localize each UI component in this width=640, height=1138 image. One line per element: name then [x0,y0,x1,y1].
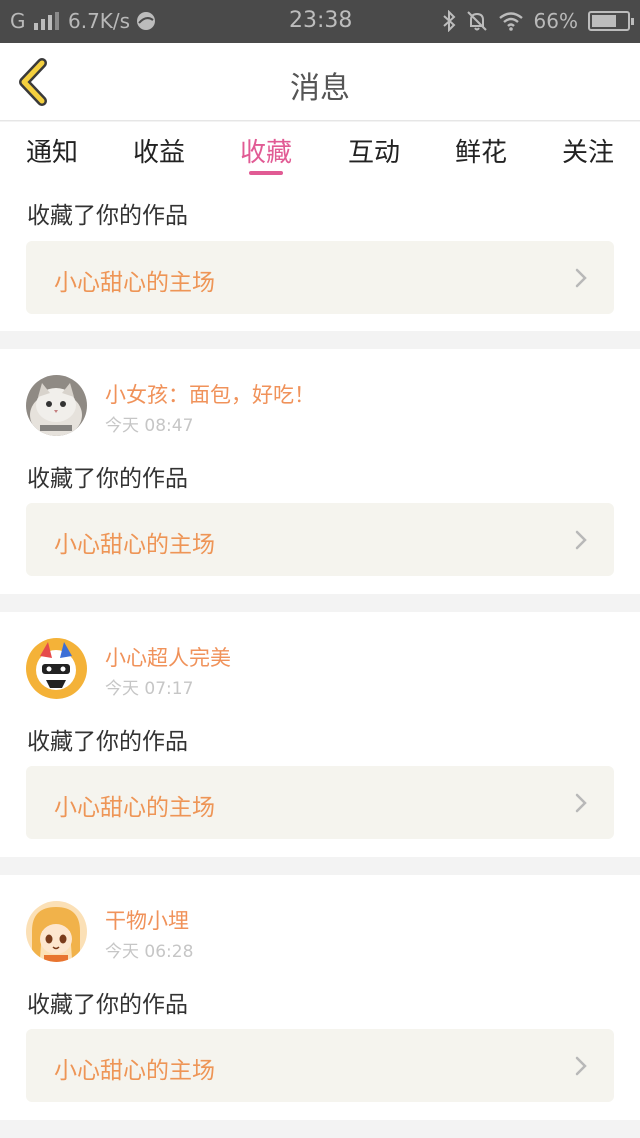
user-name[interactable]: 小心超人完美 [105,642,231,672]
net-speed: 6.7K/s [68,8,156,34]
avatar[interactable] [26,638,87,699]
status-bar: G 6.7K/s 23:38 66% [0,0,640,43]
tab-following[interactable]: 关注 [562,132,614,169]
net-speed-text: 6.7K/s [68,9,131,33]
message-card: 收藏了你的作品 小心甜心的主场 [0,184,640,331]
work-link[interactable]: 小心甜心的主场 [26,1029,614,1102]
mute-icon [466,11,487,31]
status-right: 66% [442,8,634,34]
avatar[interactable] [26,901,87,962]
message-card: 干物小埋 今天 06:28 收藏了你的作品 小心甜心的主场 [0,875,640,1120]
tab-interactions[interactable]: 互动 [348,132,400,169]
tab-earnings[interactable]: 收益 [133,132,185,169]
nav-bar: 消息 [0,43,640,121]
work-link[interactable]: 小心甜心的主场 [26,503,614,576]
work-title: 小心甜心的主场 [54,795,215,821]
user-name[interactable]: 小女孩：面包，好吃！ [105,379,315,409]
message-feed: 收藏了你的作品 小心甜心的主场 小女孩：面包，好吃！ 今天 08:47 收藏了你… [0,184,640,1138]
avatar[interactable] [26,375,87,436]
message-card: 小心超人完美 今天 07:17 收藏了你的作品 小心甜心的主场 [0,612,640,857]
umaru-avatar-icon [26,901,87,962]
chevron-right-icon [575,1056,587,1076]
battery-icon [588,11,634,31]
action-text: 收藏了你的作品 [27,992,188,1018]
tab-notifications[interactable]: 通知 [26,132,78,169]
signal-icon: G [10,8,60,34]
app-notification-icon [137,12,156,30]
action-text: 收藏了你的作品 [27,729,188,755]
wifi-icon [498,12,523,31]
message-card: 小女孩：面包，好吃！ 今天 08:47 收藏了你的作品 小心甜心的主场 [0,349,640,594]
active-tab-indicator [249,171,283,175]
bluetooth-icon [442,10,455,32]
signal-type: G [10,9,26,33]
work-link[interactable]: 小心甜心的主场 [26,766,614,839]
action-text: 收藏了你的作品 [27,203,188,229]
timestamp: 今天 06:28 [105,942,194,962]
chevron-right-icon [575,268,587,288]
battery-percent: 66% [533,9,578,33]
work-title: 小心甜心的主场 [54,270,215,296]
timestamp: 今天 07:17 [105,679,194,699]
tab-bar: 通知 收益 收藏 互动 鲜花 关注 [0,122,640,184]
chevron-right-icon [575,793,587,813]
work-title: 小心甜心的主场 [54,532,215,558]
chevron-right-icon [575,530,587,550]
tab-flowers[interactable]: 鲜花 [455,132,507,169]
user-name[interactable]: 干物小埋 [105,905,189,935]
action-text: 收藏了你的作品 [27,466,188,492]
work-link[interactable]: 小心甜心的主场 [26,241,614,314]
clock: 23:38 [289,8,353,33]
work-title: 小心甜心的主场 [54,1058,215,1084]
timestamp: 今天 08:47 [105,416,194,436]
tab-favorites[interactable]: 收藏 [240,132,292,169]
anime-mask-avatar-icon [26,638,87,699]
cat-avatar-icon [26,375,87,436]
page-title: 消息 [290,71,350,106]
